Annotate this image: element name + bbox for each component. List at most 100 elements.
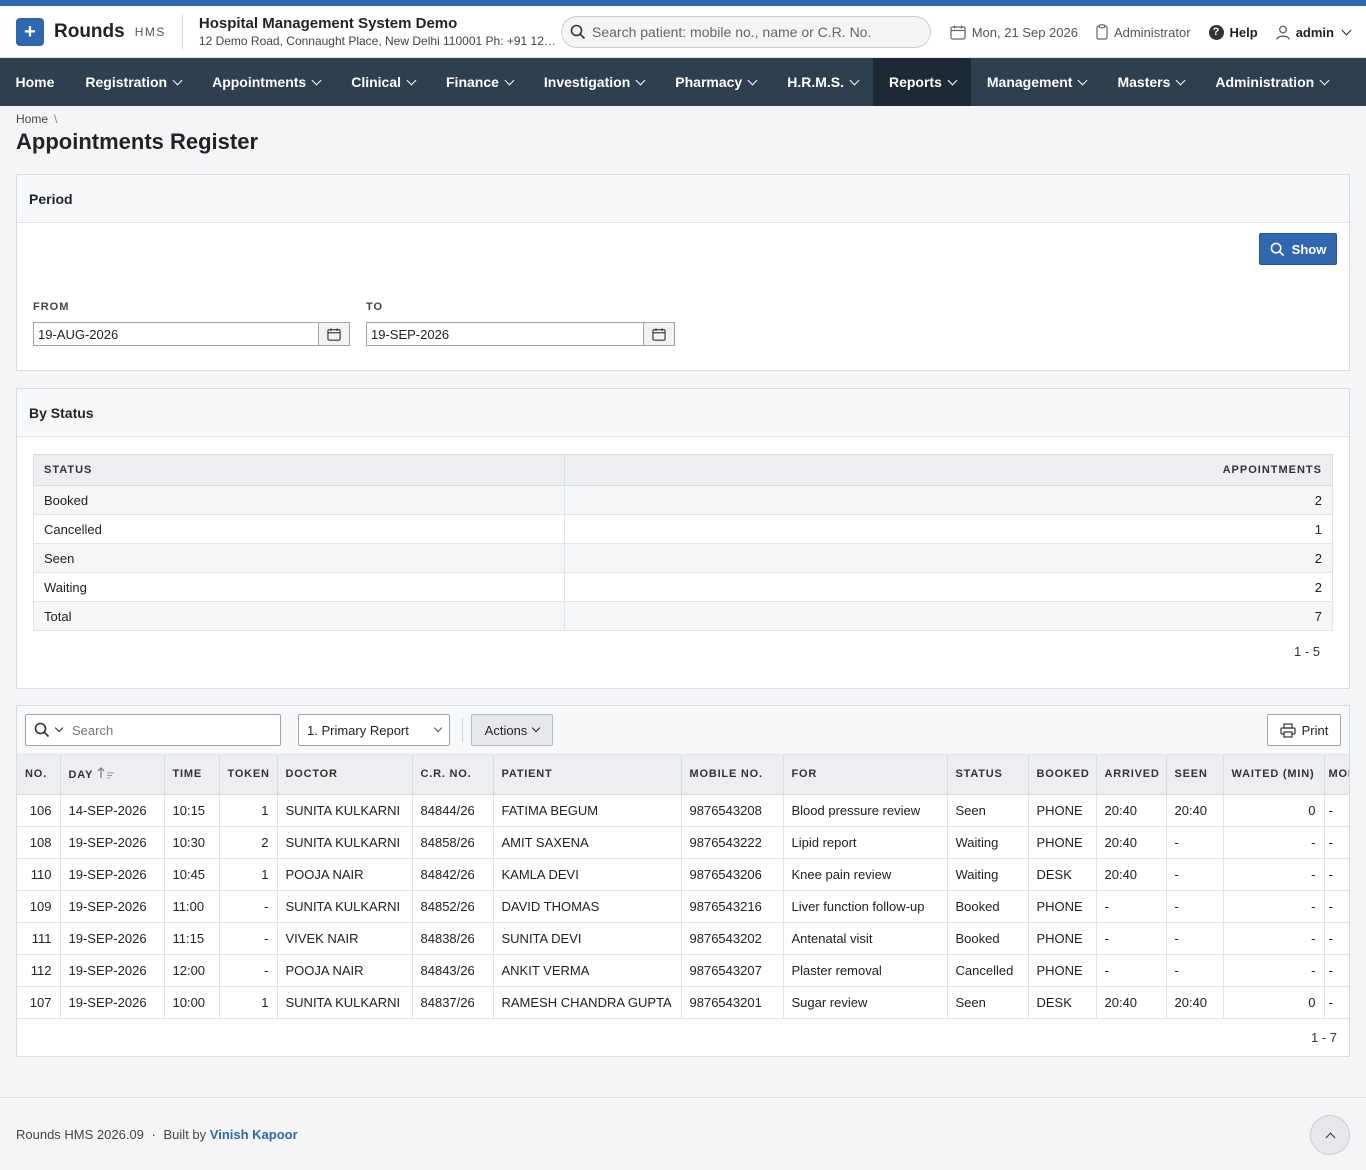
chevron-down-icon: [504, 75, 515, 85]
doctor-cell: SUNITA KULKARNI: [277, 890, 413, 923]
menu-reports[interactable]: Reports: [873, 58, 972, 106]
report-select[interactable]: 1. Primary Report: [298, 714, 450, 746]
booked-cell: DESK: [1028, 858, 1097, 891]
column-header-booked[interactable]: BOOKED: [1028, 755, 1097, 795]
for-cell: Plaster removal: [783, 954, 948, 987]
report-search-input[interactable]: [72, 722, 272, 738]
to-date-input[interactable]: [366, 322, 644, 346]
help-text: Help: [1229, 24, 1258, 40]
status-cell: Cancelled: [947, 954, 1029, 987]
menu-hrms[interactable]: H.R.M.S.: [772, 58, 874, 106]
table-row[interactable]: 110 19-SEP-2026 10:45 1 POOJA NAIR 84842/26 KA…: [17, 858, 1349, 891]
column-header-no[interactable]: NO.: [17, 755, 61, 795]
waited-cell: -: [1223, 922, 1325, 955]
menu-label: Finance: [446, 74, 499, 90]
token-cell: 2: [219, 826, 278, 859]
menu-clinical[interactable]: Clinical: [336, 58, 431, 106]
menu-investigation[interactable]: Investigation: [528, 58, 659, 106]
appointments-column-header[interactable]: APPOINTMENTS: [564, 454, 1333, 486]
for-cell: Lipid report: [783, 826, 948, 859]
footer-version: Rounds HMS 2026.09: [16, 1127, 144, 1142]
time-cell: 10:45: [164, 858, 220, 891]
table-row: Booked 2: [33, 485, 1333, 515]
table-row[interactable]: 111 19-SEP-2026 11:15- VIVEK NAIR 84838/26 SU…: [17, 922, 1349, 955]
from-calendar-button[interactable]: [319, 322, 350, 346]
table-row[interactable]: 107 19-SEP-2026 10:00 1 SUNITA KULKARNI 84837…: [17, 986, 1349, 1019]
logo-plus-icon[interactable]: +: [16, 17, 44, 46]
column-header-token[interactable]: TOKEN: [219, 755, 278, 795]
to-calendar-button[interactable]: [644, 322, 675, 346]
doctor-cell: POOJA NAIR: [277, 954, 413, 987]
token-cell: -: [219, 954, 278, 987]
role-switcher[interactable]: Administrator: [1096, 24, 1191, 40]
chevron-down-icon[interactable]: [54, 723, 64, 733]
chevron-up-icon: [1325, 1132, 1335, 1142]
arrived-cell: -: [1096, 954, 1167, 987]
page-title: Appointments Register: [16, 129, 259, 154]
menu-appointments[interactable]: Appointments: [197, 58, 336, 106]
report-search-box[interactable]: [25, 714, 281, 746]
table-row[interactable]: 106 14-SEP-2026 10:15 1 SUNITA KULKARNI 84844…: [17, 794, 1349, 827]
seen-cell: 20:40: [1166, 986, 1224, 1019]
breadcrumb-home[interactable]: Home: [16, 112, 48, 126]
status-cell: Seen: [947, 794, 1029, 827]
menu-registration[interactable]: Registration: [70, 58, 197, 106]
menu-label: Management: [986, 74, 1073, 90]
table-row[interactable]: 112 19-SEP-2026 12:00- POOJA NAIR 84843/26 AN…: [17, 954, 1349, 987]
table-row[interactable]: 108 19-SEP-2026 10:30 2 SUNITA KULKARNI 84858…: [17, 826, 1349, 859]
table-row[interactable]: 109 19-SEP-2026 11:00- SUNITA KULKARNI 84852…: [17, 890, 1349, 923]
menu-administration[interactable]: Administration: [1200, 58, 1344, 106]
chevron-down-icon: [406, 75, 417, 85]
menu-pharmacy[interactable]: Pharmacy: [660, 58, 772, 106]
chevron-down-icon: [849, 75, 860, 85]
print-button[interactable]: Print: [1267, 714, 1341, 746]
breadcrumb: Home \: [16, 112, 63, 126]
column-header-status[interactable]: STATUS: [947, 755, 1029, 795]
column-header-waited[interactable]: WAITED (MIN): [1223, 755, 1325, 795]
column-header-arrived[interactable]: ARRIVED: [1096, 755, 1167, 795]
menu-masters[interactable]: Masters: [1102, 58, 1200, 106]
column-header-truncated[interactable]: MOBILE: [1324, 755, 1349, 795]
column-header-patient[interactable]: PATIENT: [493, 755, 682, 795]
footer-dot: ·: [151, 1127, 156, 1142]
scroll-to-top-button[interactable]: [1310, 1115, 1350, 1155]
column-header-seen[interactable]: SEEN: [1166, 755, 1224, 795]
chevron-down-icon: [172, 75, 183, 85]
report-panel: 1. Primary Report Actions Print NO. DAY …: [16, 705, 1350, 1057]
column-header-day[interactable]: DAY: [60, 755, 165, 795]
menu-finance[interactable]: Finance: [431, 58, 529, 106]
column-header-mobile[interactable]: MOBILE NO.: [681, 755, 784, 795]
clipboard-icon: [1096, 24, 1108, 40]
status-cell: Booked: [947, 890, 1029, 923]
actions-menu-button[interactable]: Actions: [471, 714, 553, 746]
count-cell: 2: [564, 485, 1333, 515]
day-cell: 19-SEP-2026: [60, 986, 165, 1019]
help-link[interactable]: ? Help: [1208, 24, 1258, 40]
seen-cell: -: [1166, 890, 1224, 923]
doctor-cell: VIVEK NAIR: [277, 922, 413, 955]
booked-cell: PHONE: [1028, 794, 1097, 827]
from-date-input[interactable]: [33, 322, 319, 346]
report-select-value: 1. Primary Report: [307, 722, 409, 738]
menu-label: Administration: [1215, 74, 1315, 90]
patient-search-box[interactable]: [561, 16, 931, 48]
user-menu[interactable]: admin: [1276, 25, 1352, 40]
column-header-for[interactable]: FOR: [783, 755, 948, 795]
show-button[interactable]: Show: [1259, 233, 1337, 265]
menu-home[interactable]: Home: [0, 58, 70, 106]
patient-search-input[interactable]: [592, 24, 912, 40]
for-cell: Knee pain review: [783, 858, 948, 891]
to-date-field: [366, 322, 675, 346]
footer-author-link[interactable]: Vinish Kapoor: [210, 1127, 298, 1142]
status-column-header[interactable]: STATUS: [33, 454, 565, 486]
period-title: Period: [17, 175, 1349, 223]
seen-cell: 20:40: [1166, 794, 1224, 827]
organization-address: 12 Demo Road, Connaught Place, New Delhi…: [198, 34, 559, 48]
patient-cell: DAVID THOMAS: [493, 890, 682, 923]
menu-management[interactable]: Management: [971, 58, 1102, 106]
column-header-doctor[interactable]: DOCTOR: [277, 755, 413, 795]
sort-ascending-icon: [97, 767, 114, 779]
column-header-time[interactable]: TIME: [164, 755, 220, 795]
logo-name[interactable]: Rounds: [54, 21, 125, 43]
column-header-cr-no[interactable]: C.R. NO.: [412, 755, 494, 795]
